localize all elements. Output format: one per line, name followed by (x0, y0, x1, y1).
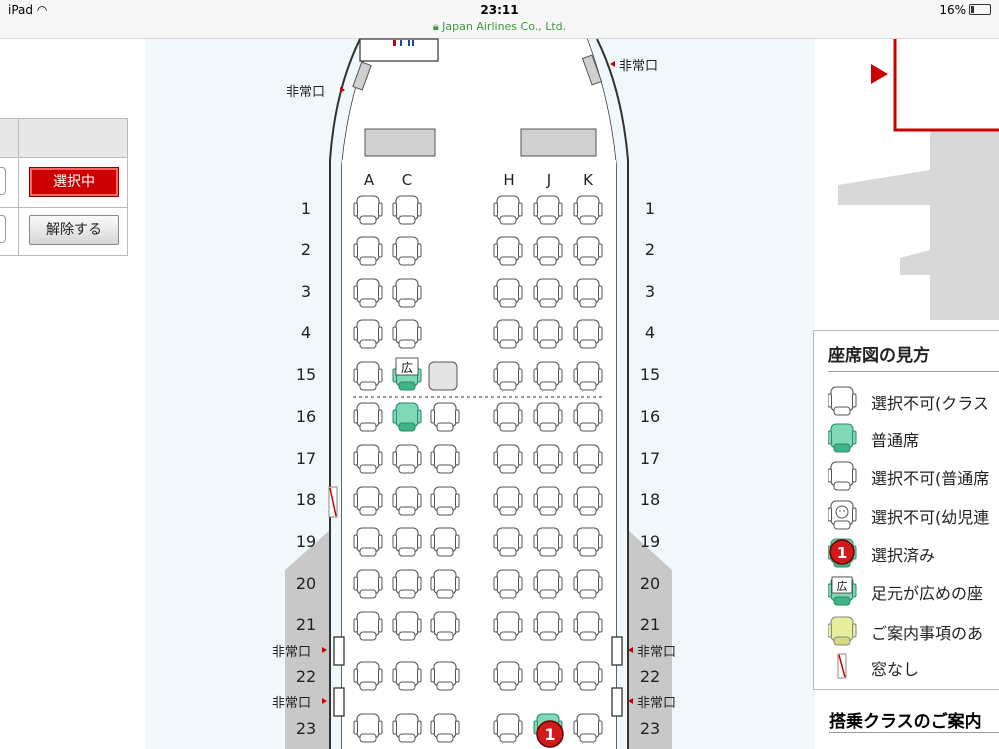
galley-block (359, 38, 439, 62)
row-number: 23 (296, 719, 316, 738)
legend-title: 座席図の見方 (828, 346, 930, 366)
row-number: 16 (640, 407, 660, 426)
no-window-icon (837, 653, 847, 679)
legend-item: 選択不可(普通席 (814, 460, 999, 491)
exit-label: 非常口 (272, 645, 311, 660)
row-number: 19 (296, 532, 316, 551)
seat-selected-icon: 1 (828, 538, 857, 568)
row-number: 4 (645, 323, 655, 342)
exit-label: 非常口 (637, 696, 676, 711)
column-label-c: C (402, 171, 412, 189)
row-number: 23 (640, 719, 660, 738)
row-number: 2 (645, 240, 655, 259)
seat-unavailable-class-icon (828, 386, 857, 416)
row-number: 16 (296, 407, 316, 426)
row-number: 22 (640, 667, 660, 686)
row-number: 18 (296, 490, 316, 509)
row-number: 1 (645, 199, 655, 218)
left-wing (285, 530, 330, 749)
row-number: 3 (301, 282, 311, 301)
legend-item: ご案内事項のあ (814, 615, 999, 646)
exit-door (611, 687, 623, 717)
bulkhead-left (364, 128, 436, 157)
seat-unavailable-infant-icon (828, 500, 857, 530)
exit-label: 非常口 (286, 85, 325, 100)
seat-normal-icon (828, 423, 857, 453)
row-number: 21 (296, 615, 316, 634)
column-label-a: A (364, 171, 375, 189)
column-label-j: J (546, 171, 551, 189)
row-number: 17 (296, 449, 316, 468)
row-number: 21 (640, 615, 660, 634)
column-label-k: K (583, 171, 594, 189)
selected-seat-number: 1 (544, 725, 555, 744)
plane-overview-graphic (838, 39, 999, 320)
legend-selected-number: 1 (837, 544, 847, 562)
blocked-seat (428, 361, 458, 391)
exit-label: 非常口 (272, 696, 311, 711)
row-number: 17 (640, 449, 660, 468)
class-info-title: 搭乗クラスのご案内 (829, 712, 982, 732)
exit-door (611, 636, 623, 666)
row-number: 15 (296, 365, 316, 384)
row-number: 3 (645, 282, 655, 301)
current-position-arrow-icon (871, 64, 888, 84)
exit-label: 非常口 (619, 59, 658, 74)
wide-legroom-mark: 広 (401, 361, 413, 375)
legend-item: 選択不可(クラス (814, 385, 999, 416)
seat-unavailable-normal-icon (828, 461, 857, 491)
legend-item: 窓なし (814, 651, 999, 681)
lavatory-icon (393, 40, 396, 46)
row-number: 20 (640, 574, 660, 593)
row-number: 19 (640, 532, 660, 551)
seat-wide-icon: 広 (828, 576, 857, 606)
row-number: 1 (301, 199, 311, 218)
bulkhead-right (520, 128, 597, 157)
row-number: 22 (296, 667, 316, 686)
row-number: 18 (640, 490, 660, 509)
exit-arrow-icon (610, 61, 615, 67)
legend-item: 普通席 (814, 422, 999, 453)
seat-notice-icon (828, 616, 857, 646)
legend-item: 1 選択済み (814, 537, 999, 568)
column-label-h: H (503, 171, 514, 189)
exit-door (333, 687, 345, 717)
right-wing (628, 530, 672, 749)
row-number: 15 (640, 365, 660, 384)
exit-label: 非常口 (637, 645, 676, 660)
exit-door (333, 636, 345, 666)
legend-item: 選択不可(幼児連 (814, 499, 999, 530)
row-number: 4 (301, 323, 311, 342)
row-number: 2 (301, 240, 311, 259)
row-number: 20 (296, 574, 316, 593)
seat-legend: 座席図の見方 選択不可(クラス 普通席 選択不可(普通席 選択不可(幼児連 1 … (813, 330, 999, 690)
legend-item: 広 足元が広めの座 (814, 575, 999, 606)
legend-wide-mark: 広 (837, 580, 848, 593)
